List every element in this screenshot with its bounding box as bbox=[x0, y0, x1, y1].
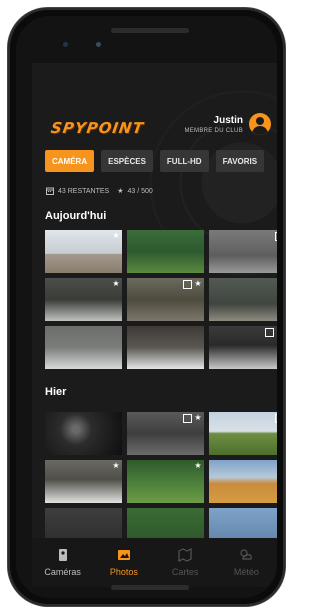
phone-speaker bbox=[111, 28, 189, 33]
photo-thumbnail-today[interactable]: ★ bbox=[209, 278, 277, 321]
photo-stats: 43 RESTANTES ★ 43 / 500 bbox=[46, 187, 153, 195]
hd-badge-icon bbox=[275, 414, 277, 423]
tab-cameras[interactable]: Caméras bbox=[32, 538, 93, 587]
phone-body: SPYPOINT Justin MEMBRE DU CLUB CAMÉRA ES… bbox=[16, 16, 277, 598]
photo-thumbnail-today[interactable]: ★ bbox=[209, 326, 277, 369]
favorite-star-icon[interactable]: ★ bbox=[194, 280, 202, 288]
favorite-star-icon[interactable]: ★ bbox=[194, 414, 202, 422]
weather-icon bbox=[240, 549, 253, 560]
tab-maps[interactable]: Cartes bbox=[155, 538, 216, 587]
section-title-today: Aujourd'hui bbox=[45, 210, 107, 222]
photo-thumbnail-yesterday[interactable]: ★ bbox=[127, 412, 204, 455]
phone-sensor bbox=[63, 42, 68, 47]
tab-label: Cartes bbox=[171, 567, 199, 577]
tab-label: Météo bbox=[233, 567, 259, 577]
tab-label: Photos bbox=[109, 567, 138, 577]
favorite-star-icon[interactable]: ★ bbox=[112, 232, 120, 240]
filter-camera[interactable]: CAMÉRA bbox=[45, 150, 95, 172]
app-screen: SPYPOINT Justin MEMBRE DU CLUB CAMÉRA ES… bbox=[32, 63, 277, 587]
photo-grid-today: ★ ★ ★ ★ ★ bbox=[45, 230, 277, 369]
photo-thumbnail-yesterday[interactable]: ★ bbox=[209, 460, 277, 503]
phone-frame: SPYPOINT Justin MEMBRE DU CLUB CAMÉRA ES… bbox=[8, 8, 285, 606]
front-camera bbox=[96, 42, 101, 47]
tab-weather[interactable]: Météo bbox=[216, 538, 277, 587]
filter-favorites[interactable]: FAVORIS bbox=[215, 150, 265, 172]
favorite-star-icon[interactable]: ★ bbox=[276, 462, 277, 470]
photo-grid-yesterday: ★ ★ ★ ★ bbox=[45, 412, 277, 551]
spypoint-logo: SPYPOINT bbox=[49, 119, 146, 137]
tab-label: Caméras bbox=[44, 567, 81, 577]
photo-thumbnail-today[interactable] bbox=[45, 326, 122, 369]
photo-thumbnail-yesterday[interactable] bbox=[45, 412, 122, 455]
filter-species[interactable]: ESPÈCES bbox=[101, 150, 153, 172]
photo-thumbnail-today[interactable] bbox=[209, 230, 277, 273]
photo-thumbnail-today[interactable]: ★ bbox=[45, 278, 122, 321]
favorite-star-icon[interactable]: ★ bbox=[112, 462, 120, 470]
filter-full-hd[interactable]: FULL-HD bbox=[159, 150, 209, 172]
remaining-count: 43 RESTANTES bbox=[58, 187, 110, 195]
tab-photos[interactable]: Photos bbox=[93, 538, 154, 587]
hd-badge-icon bbox=[265, 328, 274, 337]
photos-icon bbox=[117, 550, 130, 560]
favorites-count: 43 / 500 bbox=[127, 187, 153, 195]
favorite-star-icon[interactable]: ★ bbox=[194, 462, 202, 470]
star-icon: ★ bbox=[117, 188, 124, 195]
user-profile[interactable]: Justin MEMBRE DU CLUB bbox=[184, 113, 271, 135]
photo-thumbnail-yesterday[interactable]: ★ bbox=[45, 460, 122, 503]
avatar-icon[interactable] bbox=[249, 113, 271, 135]
favorite-star-icon[interactable]: ★ bbox=[112, 280, 120, 288]
section-title-yesterday: Hier bbox=[45, 386, 67, 398]
bottom-tab-bar: Caméras Photos Cartes Météo bbox=[32, 538, 277, 587]
map-icon bbox=[178, 548, 192, 562]
hd-badge-icon bbox=[183, 280, 192, 289]
calendar-icon bbox=[46, 187, 54, 195]
favorite-star-icon[interactable]: ★ bbox=[276, 280, 277, 288]
logo-text: SPYPOINT bbox=[49, 119, 146, 137]
user-name: Justin bbox=[213, 114, 243, 126]
hd-badge-icon bbox=[275, 232, 277, 241]
user-role: MEMBRE DU CLUB bbox=[184, 127, 243, 134]
hd-badge-icon bbox=[183, 414, 192, 423]
photo-thumbnail-today[interactable]: ★ bbox=[45, 230, 122, 273]
photo-thumbnail-today[interactable] bbox=[127, 326, 204, 369]
phone-speaker-bottom bbox=[111, 585, 189, 590]
camera-icon bbox=[58, 549, 67, 561]
photo-thumbnail-yesterday[interactable] bbox=[209, 412, 277, 455]
user-info: Justin MEMBRE DU CLUB bbox=[184, 115, 243, 134]
filter-bar: CAMÉRA ESPÈCES FULL-HD FAVORIS bbox=[45, 150, 265, 172]
favorite-star-icon[interactable]: ★ bbox=[276, 328, 277, 336]
photo-thumbnail-yesterday[interactable]: ★ bbox=[127, 460, 204, 503]
photo-thumbnail-today[interactable]: ★ bbox=[127, 278, 204, 321]
photo-thumbnail-today[interactable] bbox=[127, 230, 204, 273]
